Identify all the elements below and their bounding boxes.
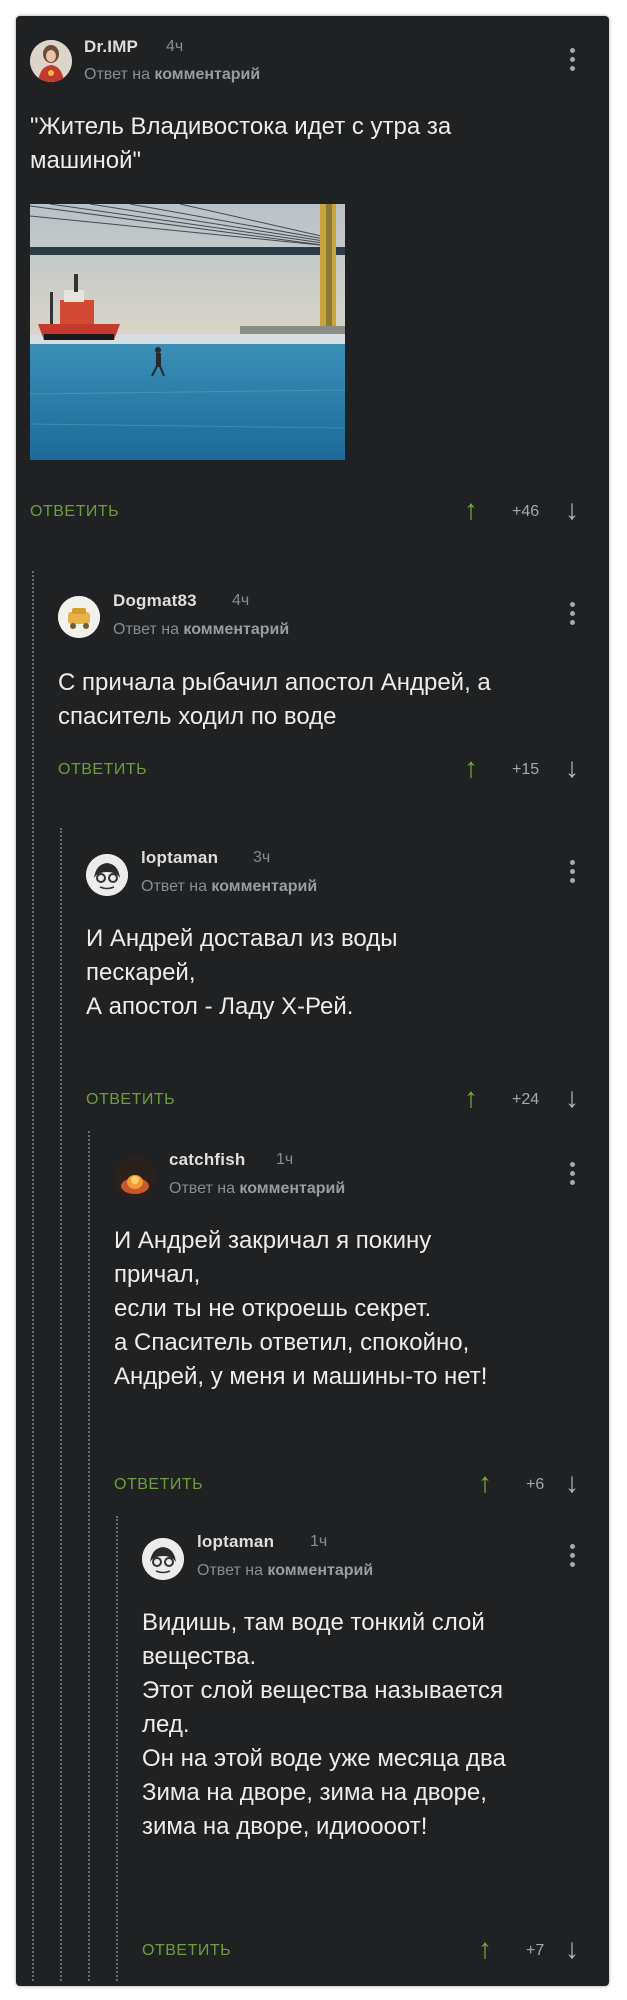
reply-to-label: Ответ на комментарий bbox=[113, 621, 290, 638]
avatar[interactable] bbox=[30, 40, 72, 82]
comment-text: С причала рыбачил апостол Андрей, а спас… bbox=[58, 669, 491, 730]
comment-rating: +24 bbox=[512, 1091, 540, 1108]
avatar-image bbox=[30, 40, 72, 82]
downvote-arrow-icon[interactable]: ↓ bbox=[565, 1469, 579, 1497]
reply-to-link[interactable]: комментарий bbox=[183, 621, 289, 638]
upvote-arrow-icon[interactable]: ↑ bbox=[464, 496, 478, 524]
comment: Dogmat83 4ч Ответ на комментарий С прича… bbox=[16, 576, 609, 806]
avatar-image bbox=[114, 1156, 156, 1198]
more-menu-icon[interactable] bbox=[570, 860, 576, 887]
avatar[interactable] bbox=[142, 1538, 184, 1580]
more-menu-icon[interactable] bbox=[570, 1544, 576, 1571]
upvote-arrow-icon[interactable]: ↑ bbox=[464, 1084, 478, 1112]
downvote-arrow-icon[interactable]: ↓ bbox=[565, 754, 579, 782]
comment: loptaman 1ч Ответ на комментарий Видишь,… bbox=[16, 1516, 609, 1986]
comment-time: 1ч bbox=[276, 1151, 294, 1168]
author-name[interactable]: Dogmat83 bbox=[113, 591, 197, 611]
more-menu-icon[interactable] bbox=[570, 48, 576, 75]
comment: loptaman 3ч Ответ на комментарий И Андре… bbox=[16, 832, 609, 1122]
avatar[interactable] bbox=[114, 1156, 156, 1198]
avatar[interactable] bbox=[86, 854, 128, 896]
reply-to-label: Ответ на комментарий bbox=[84, 66, 261, 83]
reply-to-link[interactable]: комментарий bbox=[211, 878, 317, 895]
upvote-arrow-icon[interactable]: ↑ bbox=[478, 1469, 492, 1497]
comment: Dr.IMP 4ч Ответ на комментарий "Житель В… bbox=[16, 16, 609, 546]
comment: catchfish 1ч Ответ на комментарий И Андр… bbox=[16, 1134, 609, 1514]
avatar-image bbox=[142, 1538, 184, 1580]
downvote-arrow-icon[interactable]: ↓ bbox=[565, 496, 579, 524]
upvote-arrow-icon[interactable]: ↑ bbox=[478, 1935, 492, 1963]
downvote-arrow-icon[interactable]: ↓ bbox=[565, 1935, 579, 1963]
reply-to-label: Ответ на комментарий bbox=[169, 1180, 346, 1197]
reply-to-link[interactable]: комментарий bbox=[267, 1562, 373, 1579]
author-name[interactable]: loptaman bbox=[141, 848, 218, 868]
reply-to-link[interactable]: комментарий bbox=[154, 66, 260, 83]
reply-to-link[interactable]: комментарий bbox=[239, 1180, 345, 1197]
comment-text: И Андрей доставал из воды пескарей, А ап… bbox=[86, 925, 398, 1020]
more-menu-icon[interactable] bbox=[570, 1162, 576, 1189]
author-name[interactable]: catchfish bbox=[169, 1150, 245, 1170]
reply-button[interactable]: ОТВЕТИТЬ bbox=[142, 1942, 231, 1960]
author-name[interactable]: Dr.IMP bbox=[84, 37, 138, 57]
comment-rating: +46 bbox=[512, 503, 540, 520]
reply-button[interactable]: ОТВЕТИТЬ bbox=[86, 1091, 175, 1109]
comment-time: 1ч bbox=[310, 1533, 328, 1550]
reply-button[interactable]: ОТВЕТИТЬ bbox=[58, 761, 147, 779]
avatar-image bbox=[86, 854, 128, 896]
comment-text: И Андрей закричал я покину причал, если … bbox=[114, 1227, 488, 1390]
reply-to-label: Ответ на комментарий bbox=[197, 1562, 374, 1579]
upvote-arrow-icon[interactable]: ↑ bbox=[464, 754, 478, 782]
comments-panel: Dr.IMP 4ч Ответ на комментарий "Житель В… bbox=[16, 16, 609, 1986]
reply-to-label: Ответ на комментарий bbox=[141, 878, 318, 895]
comment-rating: +6 bbox=[526, 1476, 545, 1493]
reply-button[interactable]: ОТВЕТИТЬ bbox=[30, 503, 119, 521]
comment-rating: +15 bbox=[512, 761, 540, 778]
comment-image[interactable] bbox=[30, 204, 345, 460]
author-name[interactable]: loptaman bbox=[197, 1532, 274, 1552]
comment-time: 4ч bbox=[166, 38, 184, 55]
avatar-image bbox=[58, 596, 100, 638]
downvote-arrow-icon[interactable]: ↓ bbox=[565, 1084, 579, 1112]
comment-text: Видишь, там воде тонкий слой вещества. Э… bbox=[142, 1609, 506, 1840]
comment-text: "Житель Владивостока идет с утра за маши… bbox=[30, 113, 452, 174]
avatar[interactable] bbox=[58, 596, 100, 638]
comment-time: 3ч bbox=[253, 849, 271, 866]
comment-rating: +7 bbox=[526, 1942, 545, 1959]
comment-time: 4ч bbox=[232, 592, 250, 609]
more-menu-icon[interactable] bbox=[570, 602, 576, 629]
reply-button[interactable]: ОТВЕТИТЬ bbox=[114, 1476, 203, 1494]
